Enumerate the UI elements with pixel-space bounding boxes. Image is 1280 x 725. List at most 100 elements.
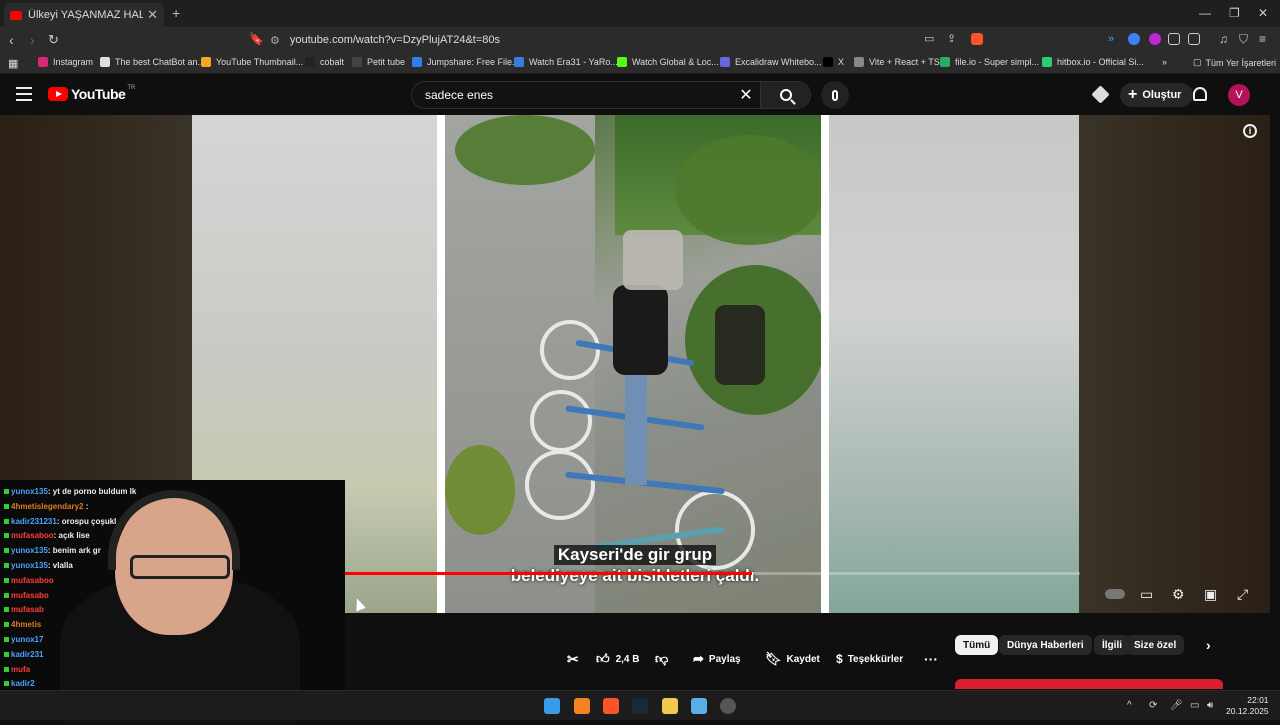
dislike-icon[interactable]: 👎︎ <box>655 648 668 670</box>
media-icon[interactable]: ♫ <box>1219 32 1228 46</box>
tab-title: Ülkeyi YAŞANMAZ HALE Getirdi <box>28 9 144 21</box>
bookmark-item[interactable]: YouTube Thumbnail... <box>201 57 303 67</box>
chip-related[interactable]: İlgili <box>1094 635 1130 655</box>
chat-username: yunox135 <box>11 487 48 496</box>
bookmark-item[interactable]: cobalt <box>305 57 344 67</box>
restore-icon[interactable]: ❐ <box>1229 6 1240 20</box>
bookmark-item[interactable]: Jumpshare: Free File... <box>412 57 520 67</box>
extension-blue-icon[interactable] <box>1128 33 1140 45</box>
extensions-icon[interactable] <box>1168 33 1180 45</box>
chat-badge-icon <box>4 562 9 568</box>
bookmark-item[interactable]: Watch Era31 - YaRo... <box>514 57 618 67</box>
bookmark-page-icon[interactable]: 🔖 <box>249 32 264 46</box>
chip-for-you[interactable]: Size özel <box>1126 635 1185 655</box>
bookmark-favicon-icon <box>201 57 211 67</box>
bookmark-item[interactable]: hitbox.io - Official Si... <box>1042 57 1144 67</box>
tray-network-icon[interactable]: ▭ <box>1190 700 1199 711</box>
obs-icon[interactable] <box>720 698 736 714</box>
youtube-logo[interactable]: YouTube TR <box>48 85 135 102</box>
taskbar-app-orange-icon[interactable] <box>574 698 590 714</box>
chip-next-icon[interactable]: › <box>1198 635 1219 655</box>
search-button[interactable] <box>760 82 810 108</box>
apps-grid-icon[interactable]: ▦ <box>8 57 18 70</box>
reload-icon[interactable]: ↻ <box>48 32 59 48</box>
translate-ext-icon[interactable]: » <box>1108 33 1120 45</box>
more-actions-icon[interactable]: ··· <box>924 648 938 670</box>
browser-menu-icon[interactable]: ≡ <box>1259 32 1266 46</box>
cast-icon[interactable]: ▭ <box>924 32 934 45</box>
progress-bar[interactable] <box>240 572 1080 575</box>
chat-username: 4hmetislegendary2 <box>11 501 84 511</box>
search-input[interactable]: sadece enes <box>412 88 732 102</box>
brave-browser-icon[interactable] <box>603 698 619 714</box>
bookmark-item[interactable]: Watch Global & Loc... <box>617 57 719 67</box>
subtitles-icon[interactable]: ▭ <box>1140 586 1153 603</box>
notifications-bell-icon[interactable] <box>1193 87 1207 101</box>
premium-spark-icon[interactable] <box>1091 85 1110 104</box>
brave-shields-icon[interactable] <box>971 33 983 45</box>
all-bookmarks-folder[interactable]: ▢ Tüm Yer İşaretleri <box>1193 57 1276 68</box>
thanks-button[interactable]: $ Teşekkürler <box>836 648 903 670</box>
address-bar[interactable]: ⚙ youtube.com/watch?v=DzyPlujAT24&t=80s <box>270 30 990 50</box>
bookmark-item[interactable]: Vite + React + TS <box>854 57 940 67</box>
voice-search-button[interactable] <box>821 81 849 109</box>
chat-username: mufasab <box>11 605 44 615</box>
youtube-play-icon <box>48 87 68 101</box>
autoplay-toggle[interactable] <box>1105 589 1125 599</box>
save-button[interactable]: 🔖︎ Kaydet <box>765 648 820 670</box>
close-window-icon[interactable]: ✕ <box>1258 6 1268 20</box>
bookmark-favicon-icon <box>305 57 315 67</box>
bookmark-label: hitbox.io - Official Si... <box>1057 57 1144 67</box>
logo-text: YouTube <box>71 86 126 102</box>
fullscreen-icon[interactable]: ⤢ <box>1237 586 1248 603</box>
video-actions: ✂ 👍︎ 2,4 B 👎︎ ➦ Paylaş 🔖︎ Kaydet $ Teşek… <box>0 640 950 676</box>
bookmark-item[interactable]: X <box>823 57 844 67</box>
like-button[interactable]: 👍︎ 2,4 B <box>596 648 640 670</box>
related-video-thumbnail[interactable] <box>955 679 1223 689</box>
forward-icon[interactable]: › <box>30 32 35 48</box>
share-page-icon[interactable]: ⇪ <box>947 32 956 45</box>
bookmark-item[interactable]: Instagram <box>38 57 93 67</box>
settings-gear-icon[interactable]: ⚙ <box>1172 586 1185 603</box>
clear-search-icon[interactable]: ✕ <box>732 85 760 105</box>
extension-purple-icon[interactable] <box>1149 33 1161 45</box>
chip-world-news[interactable]: Dünya Haberleri <box>999 635 1092 655</box>
bookmarks-bar: ▦ Instagram The best ChatBot an... YouTube… <box>0 53 1280 74</box>
chip-all[interactable]: Tümü <box>955 635 999 655</box>
create-button[interactable]: + Oluştur <box>1120 83 1194 107</box>
clip-icon[interactable]: ✂ <box>567 648 579 670</box>
url-text: youtube.com/watch?v=DzyPlujAT24&t=80s <box>289 34 501 46</box>
taskbar-clock[interactable]: 22:01 20.12.2025 <box>1226 695 1269 717</box>
tray-expand-icon[interactable]: ^ <box>1127 700 1132 711</box>
bookmark-item[interactable]: Petit tube <box>352 57 405 67</box>
chat-badge-icon <box>4 503 9 509</box>
new-tab-icon[interactable]: + <box>172 5 180 21</box>
bookmark-item[interactable]: The best ChatBot an... <box>100 57 205 67</box>
site-info-icon[interactable]: ⚙ <box>270 34 280 47</box>
steam-icon[interactable] <box>632 698 648 714</box>
bookmark-item[interactable]: file.io - Super simpl... <box>940 57 1039 67</box>
video-scene <box>445 115 821 613</box>
info-icon[interactable]: i <box>1243 124 1257 138</box>
avatar[interactable]: V <box>1228 84 1250 106</box>
chat-badge-icon <box>4 592 9 598</box>
close-tab-icon[interactable]: ✕ <box>147 7 158 23</box>
more-bookmarks-icon[interactable]: » <box>1162 57 1167 67</box>
miniplayer-icon[interactable]: ▣ <box>1204 586 1217 603</box>
share-button[interactable]: ➦ Paylaş <box>693 648 741 670</box>
taskbar-app-blue-icon[interactable] <box>691 698 707 714</box>
tray-volume-icon[interactable]: 🔊︎ <box>1207 700 1213 711</box>
sidebar-icon[interactable] <box>1188 33 1200 45</box>
start-menu-icon[interactable] <box>544 698 560 714</box>
back-icon[interactable]: ‹ <box>9 32 14 48</box>
tray-mic-icon[interactable]: 🎤︎ <box>1170 700 1183 711</box>
chat-username: mufasaboo <box>11 531 54 541</box>
browser-tab[interactable]: Ülkeyi YAŞANMAZ HALE Getirdi ✕ <box>4 3 164 27</box>
vpn-shield-icon[interactable]: ⛉ <box>1239 32 1248 47</box>
bookmark-favicon-icon <box>617 57 627 67</box>
minimize-icon[interactable]: — <box>1199 6 1211 20</box>
tray-sync-icon[interactable]: ⟳ <box>1149 700 1157 711</box>
file-explorer-icon[interactable] <box>662 698 678 714</box>
bookmark-item[interactable]: Excalidraw Whitebo... <box>720 57 822 67</box>
guide-menu-icon[interactable] <box>16 87 32 101</box>
